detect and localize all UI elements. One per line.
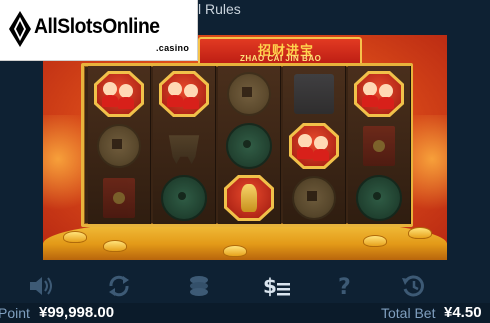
coin-icon	[227, 72, 271, 116]
svg-text:$: $	[263, 274, 277, 298]
diamond-icon	[9, 11, 31, 47]
logo-brand: AllSlotsOnline	[34, 15, 160, 38]
symbol-jade	[221, 122, 277, 170]
total-bet-value: ¥4.50	[444, 304, 482, 321]
jade-icon	[161, 175, 207, 221]
blue-icon	[294, 74, 334, 114]
paytable-icon: $	[263, 274, 290, 298]
watermark-logo: AllSlotsOnline .casino	[0, 0, 198, 61]
kids-icon	[354, 71, 404, 117]
status-bar: Point ¥99,998.00 Total Bet ¥4.50	[0, 303, 490, 323]
envelope-icon	[363, 126, 395, 166]
reel-grid[interactable]	[81, 63, 413, 227]
ingot-icon	[363, 235, 387, 247]
reel-1	[88, 66, 151, 224]
point-label: Point	[0, 305, 30, 321]
bet-coins-button[interactable]	[184, 273, 214, 299]
symbol-kids	[351, 70, 407, 118]
symbol-kids	[91, 70, 147, 118]
total-bet-label: Total Bet	[381, 305, 436, 321]
history-button[interactable]	[398, 273, 428, 299]
reel-2	[153, 66, 216, 224]
reel-5	[348, 66, 411, 224]
game-stage: 招财进宝 ZHAO CAI JIN BAO	[43, 35, 447, 260]
logo-sub: .casino	[156, 43, 190, 53]
ingot-icon	[223, 245, 247, 257]
symbol-coin	[286, 174, 342, 222]
page-title: l Rules	[198, 1, 241, 17]
sound-icon	[30, 277, 52, 295]
symbol-coin	[221, 70, 277, 118]
game-title-en: ZHAO CAI JIN BAO	[240, 54, 322, 63]
help-icon: ?	[338, 275, 351, 298]
symbol-jade	[156, 174, 212, 222]
autoplay-icon	[109, 275, 129, 297]
kids-icon	[94, 71, 144, 117]
ingot-icon	[103, 240, 127, 252]
symbol-jade	[351, 174, 407, 222]
autoplay-button[interactable]	[104, 273, 134, 299]
tripod-icon	[168, 135, 200, 164]
jade-icon	[226, 123, 272, 169]
coin-icon	[292, 176, 336, 220]
god-icon	[224, 175, 274, 221]
history-icon	[402, 275, 424, 297]
help-button[interactable]: ?	[330, 273, 360, 299]
coin-icon	[97, 124, 141, 168]
reel-3	[218, 66, 281, 224]
symbol-coin	[91, 122, 147, 170]
symbol-blue	[286, 70, 342, 118]
symbol-kids	[156, 70, 212, 118]
ingot-icon	[408, 227, 432, 239]
kids-icon	[289, 123, 339, 169]
symbol-envelope	[91, 174, 147, 222]
paytable-button[interactable]: $	[262, 273, 292, 299]
game-toolbar: $ ?	[0, 267, 490, 303]
svg-text:?: ?	[338, 275, 351, 298]
sound-button[interactable]	[26, 273, 56, 299]
symbol-kids	[286, 122, 342, 170]
jade-icon	[356, 175, 402, 221]
point-value: ¥99,998.00	[39, 304, 115, 321]
symbol-envelope	[351, 122, 407, 170]
ingot-icon	[63, 231, 87, 243]
symbol-god	[221, 174, 277, 222]
envelope-icon	[103, 178, 135, 218]
symbol-tripod	[156, 122, 212, 170]
kids-icon	[159, 71, 209, 117]
reel-4	[283, 66, 346, 224]
coins-icon	[190, 276, 208, 296]
